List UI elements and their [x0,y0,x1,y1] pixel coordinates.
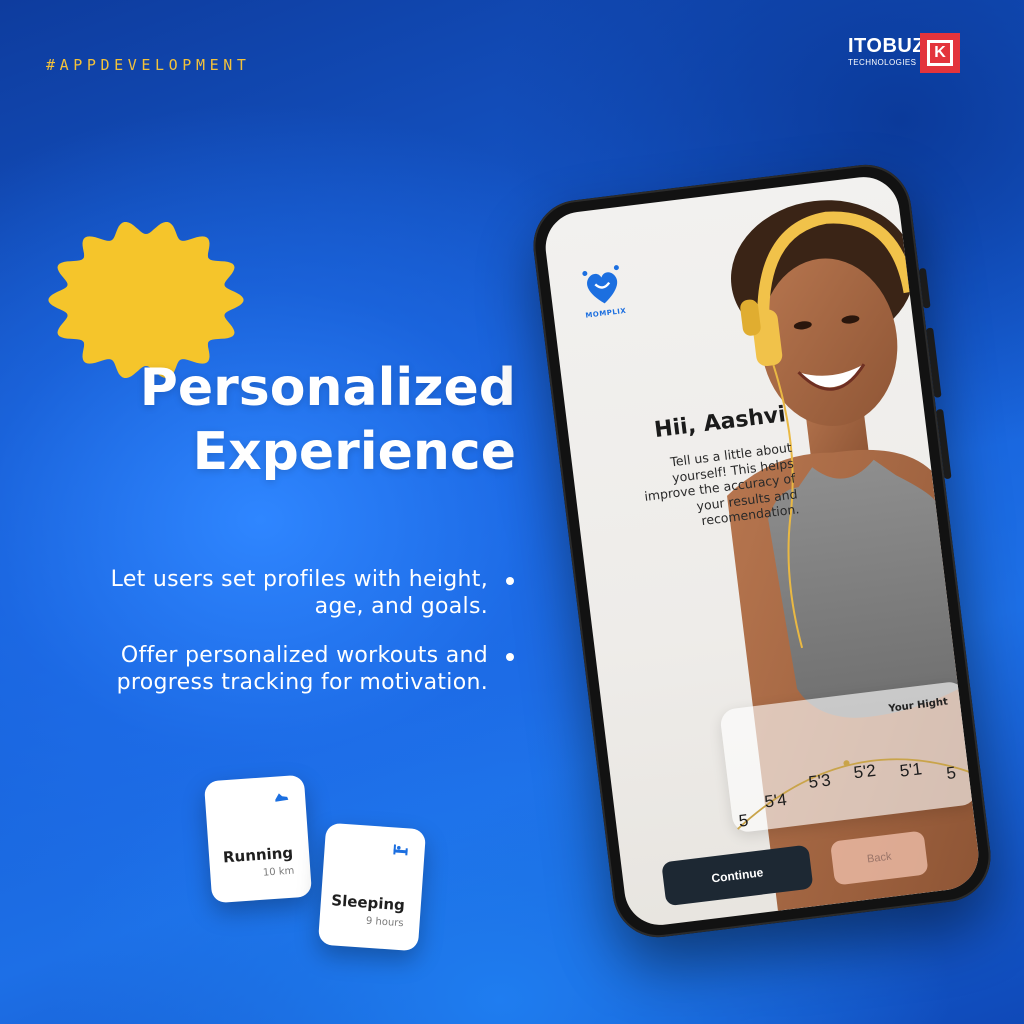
activity-label: Running [222,843,294,867]
feature-item: Let users set profiles with height, age,… [80,566,520,620]
headline-line-2: Experience [192,422,516,482]
activity-value: 10 km [262,865,295,879]
feature-list: Let users set profiles with height, age,… [80,566,520,718]
activity-label: Sleeping [330,891,406,915]
activity-value: 9 hours [365,915,404,930]
headline: Personalized Experience [60,356,516,484]
app-logo-icon [582,265,619,304]
bed-icon [393,844,408,856]
feature-text: Offer personalized workouts and progress… [116,643,488,695]
brand-logo: ITOBUZ TECHNOLOGIES K [846,33,960,75]
hashtag-label: #APPDEVELOPMENT [46,56,251,74]
feature-item: Offer personalized workouts and progress… [80,642,520,696]
height-tick[interactable]: 5 [945,763,957,783]
height-tick[interactable]: 5'4 [763,790,787,812]
bullet-dot-icon [506,653,514,661]
activity-tile-running[interactable]: Running 10 km [203,774,313,904]
phone-mockup: MOMPLIX Hii, Aashvi Tell us a little abo… [528,159,996,943]
brand-name: ITOBUZ [848,35,926,57]
height-tick-selected[interactable]: 5'3 [807,770,831,792]
running-shoe-icon [275,793,289,802]
height-tick[interactable]: 5'1 [899,759,923,781]
feature-text: Let users set profiles with height, age,… [110,567,488,619]
brand-subtitle: TECHNOLOGIES [848,58,917,67]
brand-mark-icon: K [920,33,960,73]
height-tick[interactable]: 5'2 [853,761,877,783]
bullet-dot-icon [506,577,514,585]
height-picker-title: Your Hight [887,696,949,715]
headline-line-1: Personalized [139,358,516,418]
activity-tile-sleeping[interactable]: Sleeping 9 hours [317,822,427,952]
height-tick[interactable]: 5 [738,811,750,831]
